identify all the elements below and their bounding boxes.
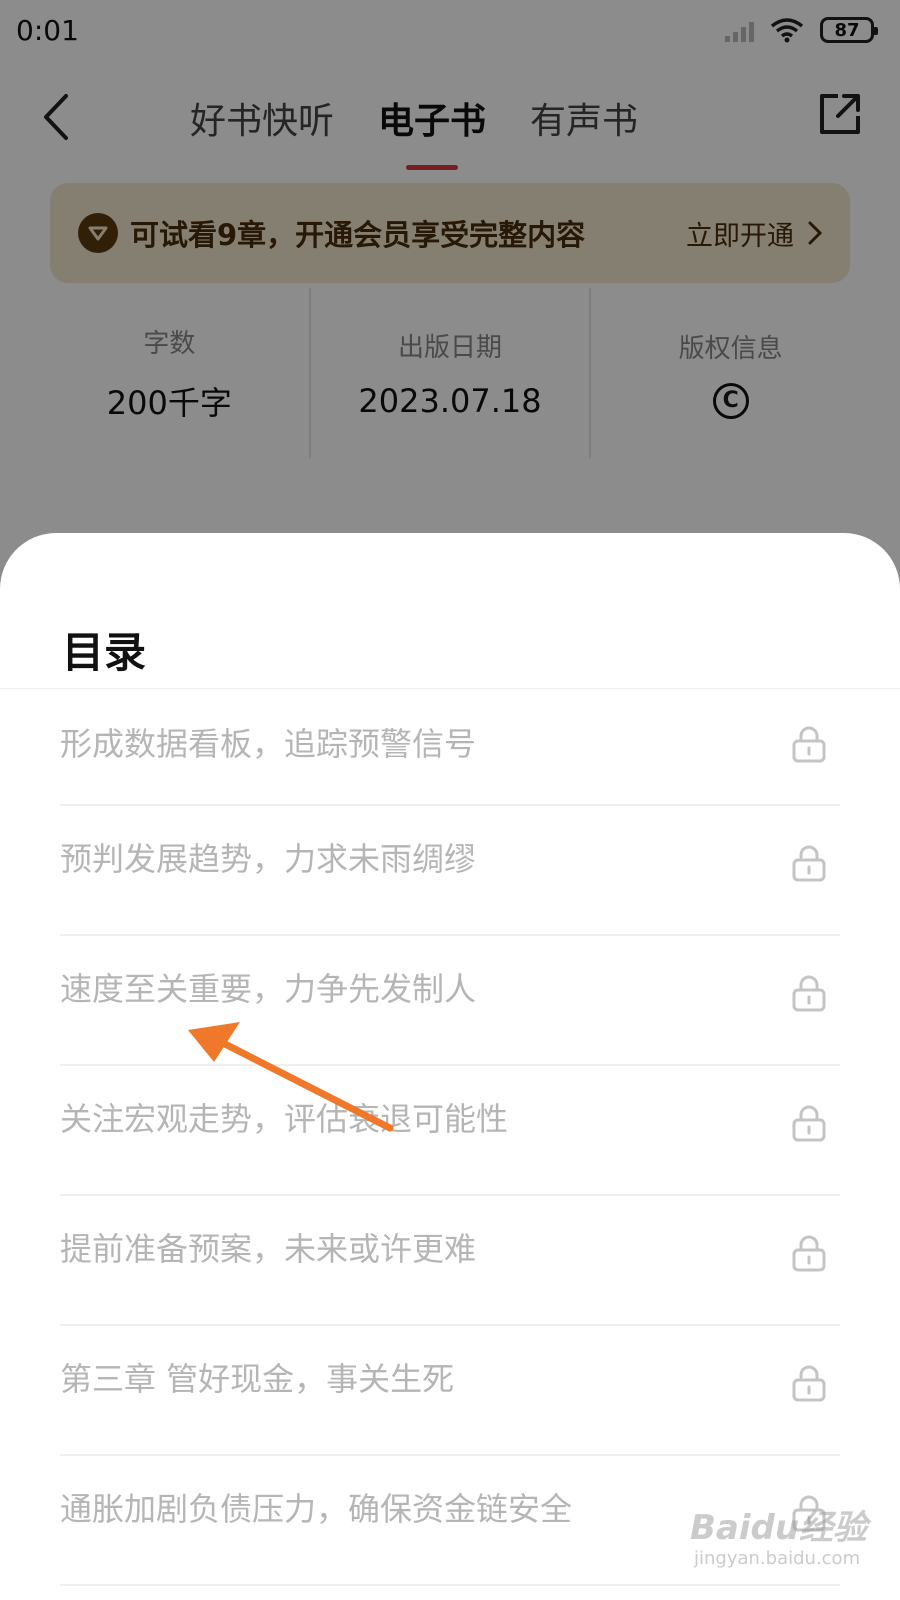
lock-icon <box>792 845 826 882</box>
toc-item[interactable]: 提前准备预案，未来或许更难 <box>60 1196 840 1326</box>
toc-item-title: 关注宏观走势，评估衰退可能性 <box>60 1100 509 1138</box>
toc-item-title: 形成数据看板，追踪预警信号 <box>60 725 477 763</box>
toc-item[interactable]: 关注宏观走势，评估衰退可能性 <box>60 1066 840 1196</box>
lock-icon <box>792 1105 826 1142</box>
lock-icon <box>792 975 826 1012</box>
lock-icon <box>792 1235 826 1272</box>
lock-icon <box>792 726 826 763</box>
toc-item-title: 通胀加剧负债压力，确保资金链安全 <box>60 1490 573 1528</box>
toc-item-title: 第三章 管好现金，事关生死 <box>60 1360 455 1398</box>
toc-list: 形成数据看板，追踪预警信号 预判发展趋势，力求未雨绸缪 速度至关重要，力争先发制… <box>0 689 900 1586</box>
toc-item[interactable]: 第三章 管好现金，事关生死 <box>60 1326 840 1456</box>
toc-item[interactable]: 速度至关重要，力争先发制人 <box>60 936 840 1066</box>
toc-item-title: 预判发展趋势，力求未雨绸缪 <box>60 840 477 878</box>
watermark-url: jingyan.baidu.com <box>694 1548 861 1569</box>
sheet-title: 目录 <box>62 628 147 677</box>
lock-icon <box>792 1365 826 1402</box>
toc-sheet: 目录 形成数据看板，追踪预警信号 预判发展趋势，力求未雨绸缪 速度至关重要，力争… <box>0 533 900 1600</box>
toc-item[interactable]: 预判发展趋势，力求未雨绸缪 <box>60 806 840 936</box>
toc-item[interactable]: 形成数据看板，追踪预警信号 <box>60 689 840 806</box>
toc-item-title: 提前准备预案，未来或许更难 <box>60 1230 477 1268</box>
watermark-logo: Baidu经验 <box>690 1508 868 1548</box>
toc-item-title: 速度至关重要，力争先发制人 <box>60 970 477 1008</box>
